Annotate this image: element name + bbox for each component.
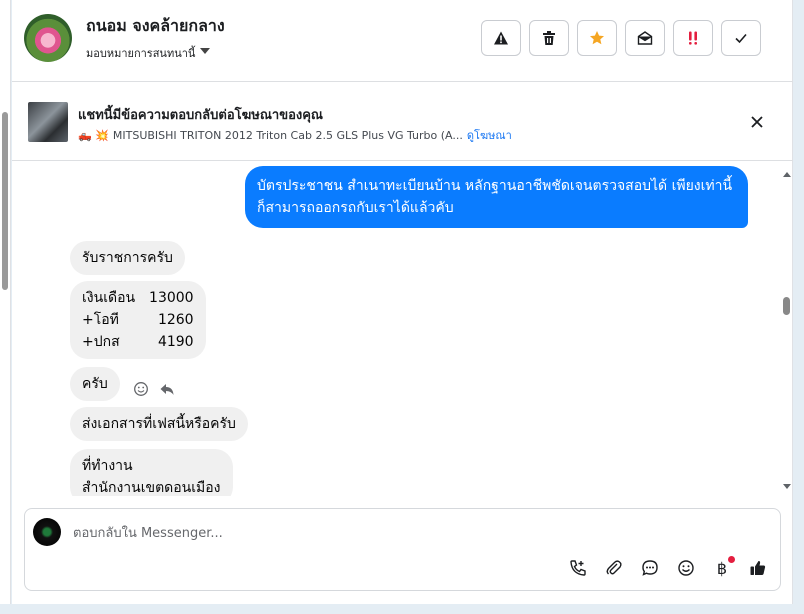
saved-replies-button[interactable] xyxy=(639,557,661,579)
react-emoji-icon[interactable] xyxy=(133,381,149,397)
composer-tools: ฿ xyxy=(567,556,769,579)
ad-product-name: MITSUBISHI TRITON 2012 Triton Cab 2.5 GL… xyxy=(112,128,463,142)
star-icon xyxy=(590,31,604,45)
thumbs-up-icon xyxy=(750,560,766,575)
double-exclamation-icon xyxy=(689,31,697,45)
message-line: ที่ทำงาน xyxy=(82,458,133,474)
chevron-down-icon xyxy=(200,48,211,54)
incoming-message[interactable]: ที่ทำงาน สำนักงานเขตดอนเมือง xyxy=(70,449,233,496)
attach-button[interactable] xyxy=(603,557,625,579)
view-ad-link[interactable]: ดูโฆษณา xyxy=(467,126,512,144)
page-bottom-strip xyxy=(0,604,804,614)
warning-icon xyxy=(494,31,508,45)
delete-button[interactable] xyxy=(529,20,569,56)
thread-scrollbar-thumb[interactable] xyxy=(783,297,790,315)
like-button[interactable] xyxy=(747,557,769,579)
incoming-message[interactable]: ครับ xyxy=(70,367,120,401)
paperclip-icon xyxy=(606,560,622,575)
salary-row: เงินเดือน 13000 xyxy=(82,287,194,309)
close-banner-button[interactable] xyxy=(747,112,767,132)
salary-label: +ปกส xyxy=(82,334,120,350)
emoji-button[interactable] xyxy=(675,557,697,579)
contact-avatar[interactable] xyxy=(24,14,72,62)
ad-thumbnail[interactable] xyxy=(28,102,68,142)
header-actions xyxy=(481,20,761,56)
reply-composer: ฿ xyxy=(24,508,781,591)
close-icon xyxy=(751,116,763,128)
salary-value: 13000 xyxy=(149,290,194,306)
check-icon xyxy=(735,33,747,44)
done-button[interactable] xyxy=(721,20,761,56)
incoming-message[interactable]: รับราชการครับ xyxy=(70,241,185,275)
ad-banner-details: 🛻 💥 MITSUBISHI TRITON 2012 Triton Cab 2.… xyxy=(78,126,512,144)
salary-value: 4190 xyxy=(157,334,194,350)
salary-value: 1260 xyxy=(157,312,194,328)
payment-button[interactable]: ฿ xyxy=(711,556,735,579)
message-thread[interactable]: บัตรประชาชน สำเนาทะเบียนบ้าน หลักฐานอาชี… xyxy=(12,162,793,496)
trash-icon xyxy=(543,31,555,45)
message-line: สำนักงานเขตดอนเมือง xyxy=(82,480,221,496)
star-button[interactable] xyxy=(577,20,617,56)
thread-scrollbar[interactable] xyxy=(782,162,791,496)
ad-reply-banner: แชทนี้มีข้อความตอบกลับต่อโฆษณาของคุณ 🛻 💥… xyxy=(12,83,793,161)
page-gutter xyxy=(793,0,804,614)
envelope-open-icon xyxy=(637,31,653,45)
ad-emoji: 🛻 💥 xyxy=(78,128,109,142)
mark-unread-button[interactable] xyxy=(625,20,665,56)
assign-conversation-dropdown[interactable]: มอบหมายการสนทนานี้ xyxy=(86,44,211,62)
outer-scrollbar[interactable] xyxy=(0,0,11,614)
incoming-message-salary[interactable]: เงินเดือน 13000 +โอที 1260 +ปกส 4190 xyxy=(70,281,206,359)
scroll-up-arrow-icon[interactable] xyxy=(783,172,791,177)
assign-label: มอบหมายการสนทนานี้ xyxy=(86,47,196,60)
ad-banner-title: แชทนี้มีข้อความตอบกลับต่อโฆษณาของคุณ xyxy=(78,108,323,123)
baht-icon: ฿ xyxy=(716,558,728,578)
page-avatar xyxy=(33,518,61,546)
message-hover-tools xyxy=(133,381,175,397)
salary-row: +ปกส 4190 xyxy=(82,331,194,353)
salary-row: +โอที 1260 xyxy=(82,309,194,331)
call-button[interactable] xyxy=(567,557,589,579)
chat-bubble-icon xyxy=(642,560,658,576)
incoming-message[interactable]: ส่งเอกสารที่เฟสนี้หรือครับ xyxy=(70,407,248,441)
salary-label: เงินเดือน xyxy=(82,290,136,306)
phone-plus-icon xyxy=(570,560,586,576)
outgoing-message[interactable]: บัตรประชาชน สำเนาทะเบียนบ้าน หลักฐานอาชี… xyxy=(245,166,748,228)
contact-name[interactable]: ถนอม จงคล้ายกลาง xyxy=(86,14,225,39)
salary-label: +โอที xyxy=(82,312,119,328)
outer-scrollbar-thumb[interactable] xyxy=(2,112,8,290)
spam-button[interactable] xyxy=(481,20,521,56)
reply-input[interactable] xyxy=(73,521,763,545)
conversation-panel: ถนอม จงคล้ายกลาง มอบหมายการสนทนานี้ แชทน… xyxy=(12,0,793,604)
notification-dot xyxy=(728,556,735,563)
smiley-icon xyxy=(678,560,694,576)
reply-icon[interactable] xyxy=(159,381,175,397)
scroll-down-arrow-icon[interactable] xyxy=(783,484,791,489)
priority-button[interactable] xyxy=(673,20,713,56)
conversation-header: ถนอม จงคล้ายกลาง มอบหมายการสนทนานี้ xyxy=(12,0,793,82)
